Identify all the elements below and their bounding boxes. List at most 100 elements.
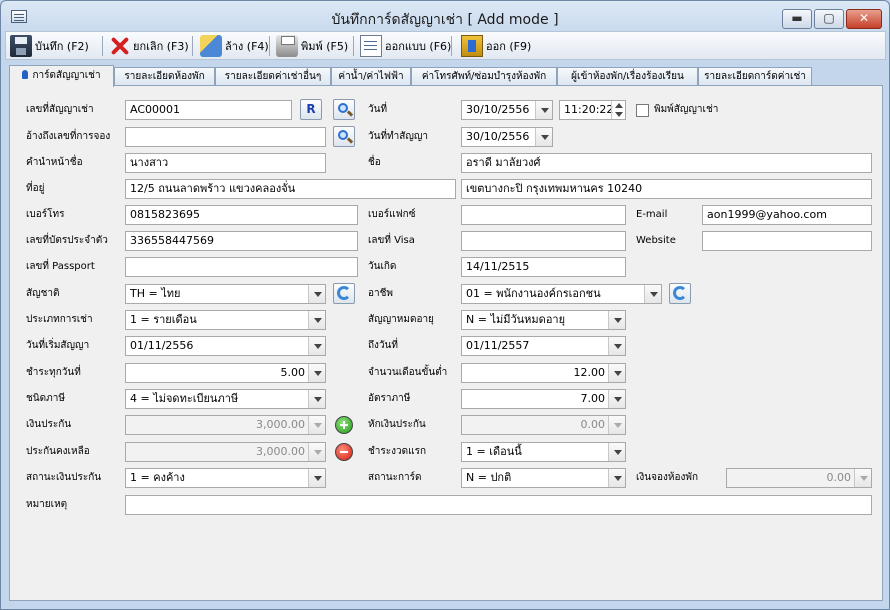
tab-rental-card[interactable]: การ์ดสัญญาเช่า	[9, 65, 114, 87]
occupation-select[interactable]: 01 = พนักงานองค์กรเอกชน	[461, 284, 662, 304]
contract-no-input[interactable]: AC00001	[125, 100, 292, 120]
pay-day-select[interactable]: 5.00	[125, 363, 326, 383]
deposit-status-label: สถานะเงินประกัน	[26, 472, 102, 483]
prefix-label: คำนำหน้าชื่อ	[26, 157, 83, 168]
booking-search-button[interactable]	[333, 126, 355, 147]
print-button[interactable]: พิมพ์ (F5)	[276, 34, 348, 58]
tax-rate-select[interactable]: 7.00	[461, 389, 626, 409]
room-booking-deposit-value: 0.00	[826, 471, 852, 484]
maximize-button[interactable]: ▢	[814, 9, 844, 29]
deposit-remain-value: 3,000.00	[256, 445, 305, 458]
cancel-button[interactable]: ยกเลิก (F3)	[108, 34, 189, 58]
start-date-picker[interactable]: 01/11/2556	[125, 336, 326, 356]
occupation-refresh-button[interactable]	[669, 283, 691, 304]
time-value: 11:20:22	[564, 103, 614, 116]
chevron-down-icon[interactable]	[308, 337, 325, 355]
id-card-input[interactable]: 336558447569	[125, 231, 358, 251]
chevron-down-icon[interactable]	[608, 337, 625, 355]
chevron-down-icon[interactable]	[308, 364, 325, 382]
chevron-down-icon[interactable]	[308, 390, 325, 408]
contract-expiry-label: สัญญาหมดอายุ	[368, 314, 434, 325]
add-deposit-icon[interactable]	[335, 416, 353, 434]
close-button[interactable]: ✕	[846, 9, 882, 29]
design-button[interactable]: ออกแบบ (F6)	[360, 34, 451, 58]
phone-input[interactable]: 0815823695	[125, 205, 358, 225]
chevron-down-icon[interactable]	[308, 311, 325, 329]
tab-phone-maintenance[interactable]: ค่าโทรศัพท์/ซ่อมบำรุงห้องพัก	[411, 67, 557, 86]
website-input[interactable]	[702, 231, 872, 251]
tab-water-electric[interactable]: ค่าน้ำ/ค่าไฟฟ้า	[331, 67, 411, 86]
min-months-label: จำนวนเดือนขั้นต่ำ	[368, 367, 448, 378]
occupation-label: อาชีพ	[368, 288, 393, 299]
printer-icon	[276, 35, 298, 57]
cancel-icon	[108, 35, 130, 57]
chevron-down-icon[interactable]	[608, 311, 625, 329]
r-button[interactable]: R	[300, 99, 322, 120]
chevron-down-icon[interactable]	[535, 128, 552, 146]
minimize-button[interactable]: ▬	[782, 9, 812, 29]
passport-input[interactable]	[125, 257, 358, 277]
note-input[interactable]	[125, 495, 872, 515]
tab-rent-card-detail[interactable]: รายละเอียดการ์ดค่าเช่า	[698, 67, 812, 86]
rent-type-select[interactable]: 1 = รายเดือน	[125, 310, 326, 330]
address-line1-input[interactable]: 12/5 ถนนลาดพร้าว แขวงคลองจั่น	[125, 179, 456, 199]
chevron-down-icon[interactable]	[308, 469, 325, 487]
contract-date-picker[interactable]: 30/10/2556	[461, 127, 553, 147]
email-input[interactable]: aon1999@yahoo.com	[702, 205, 872, 225]
clear-button[interactable]: ล้าง (F4)	[200, 34, 269, 58]
deposit-deduct-value: 0.00	[580, 418, 606, 431]
tax-type-select[interactable]: 4 = ไม่จดทะเบียนภาษี	[125, 389, 326, 409]
design-label: ออกแบบ (F6)	[385, 40, 452, 53]
chevron-down-icon[interactable]	[608, 443, 625, 461]
tax-type-label: ชนิดภาษี	[26, 393, 65, 404]
tab-other-charges[interactable]: รายละเอียดค่าเช่าอื่นๆ	[215, 67, 331, 86]
contract-expiry-value: N = ไม่มีวันหมดอายุ	[466, 313, 566, 326]
remove-deposit-icon[interactable]	[335, 443, 353, 461]
name-input[interactable]: อราดี มาลัยวงศ์	[461, 153, 872, 173]
save-button[interactable]: บันทึก (F2)	[10, 34, 89, 58]
chevron-down-icon[interactable]	[608, 364, 625, 382]
id-card-label: เลขที่บัตรประจำตัว	[26, 235, 108, 246]
birthdate-input[interactable]: 14/11/2515	[461, 257, 626, 277]
toolbar-separator	[451, 36, 452, 56]
tab-room-detail[interactable]: รายละเอียดห้องพัก	[114, 67, 215, 86]
prefix-input[interactable]: นางสาว	[125, 153, 326, 173]
end-date-picker[interactable]: 01/11/2557	[461, 336, 626, 356]
tab-tenants-complaints[interactable]: ผู้เข้าห้องพัก/เรื่องร้องเรียน	[557, 67, 698, 86]
first-payment-select[interactable]: 1 = เดือนนี้	[461, 442, 626, 462]
tab-label: การ์ดสัญญาเช่า	[32, 70, 101, 81]
exit-door-icon	[461, 35, 483, 57]
card-status-value: N = ปกติ	[466, 471, 512, 484]
broom-icon	[200, 35, 222, 57]
time-input[interactable]: 11:20:22	[559, 100, 626, 120]
booking-ref-label: อ้างถึงเลขที่การจอง	[26, 131, 111, 142]
card-status-select[interactable]: N = ปกติ	[461, 468, 626, 488]
fax-input[interactable]	[461, 205, 626, 225]
print-contract-checkbox[interactable]	[636, 104, 649, 117]
date-picker[interactable]: 30/10/2556	[461, 100, 553, 120]
tab-label: รายละเอียดค่าเช่าอื่นๆ	[224, 71, 322, 82]
chevron-down-icon[interactable]	[608, 469, 625, 487]
booking-ref-input[interactable]	[125, 127, 326, 147]
address-line2-input[interactable]: เขตบางกะปิ กรุงเทพมหานคร 10240	[461, 179, 872, 199]
chevron-down-icon[interactable]	[308, 285, 325, 303]
clear-label: ล้าง (F4)	[225, 40, 269, 53]
contract-no-label: เลขที่สัญญาเช่า	[26, 104, 94, 115]
address-label: ที่อยู่	[26, 183, 45, 194]
chevron-down-icon	[308, 443, 325, 461]
chevron-down-icon	[608, 416, 625, 434]
deposit-status-select[interactable]: 1 = คงค้าง	[125, 468, 326, 488]
first-payment-label: ชำระงวดแรก	[368, 446, 427, 457]
chevron-down-icon	[308, 416, 325, 434]
exit-button[interactable]: ออก (F9)	[461, 34, 531, 58]
nationality-refresh-button[interactable]	[333, 283, 355, 304]
chevron-down-icon[interactable]	[608, 390, 625, 408]
contract-search-button[interactable]	[333, 99, 355, 120]
chevron-down-icon[interactable]	[535, 101, 552, 119]
min-months-select[interactable]: 12.00	[461, 363, 626, 383]
chevron-down-icon[interactable]	[644, 285, 661, 303]
contract-expiry-select[interactable]: N = ไม่มีวันหมดอายุ	[461, 310, 626, 330]
visa-input[interactable]	[461, 231, 626, 251]
nationality-select[interactable]: TH = ไทย	[125, 284, 326, 304]
spinner-icon[interactable]	[611, 101, 625, 119]
